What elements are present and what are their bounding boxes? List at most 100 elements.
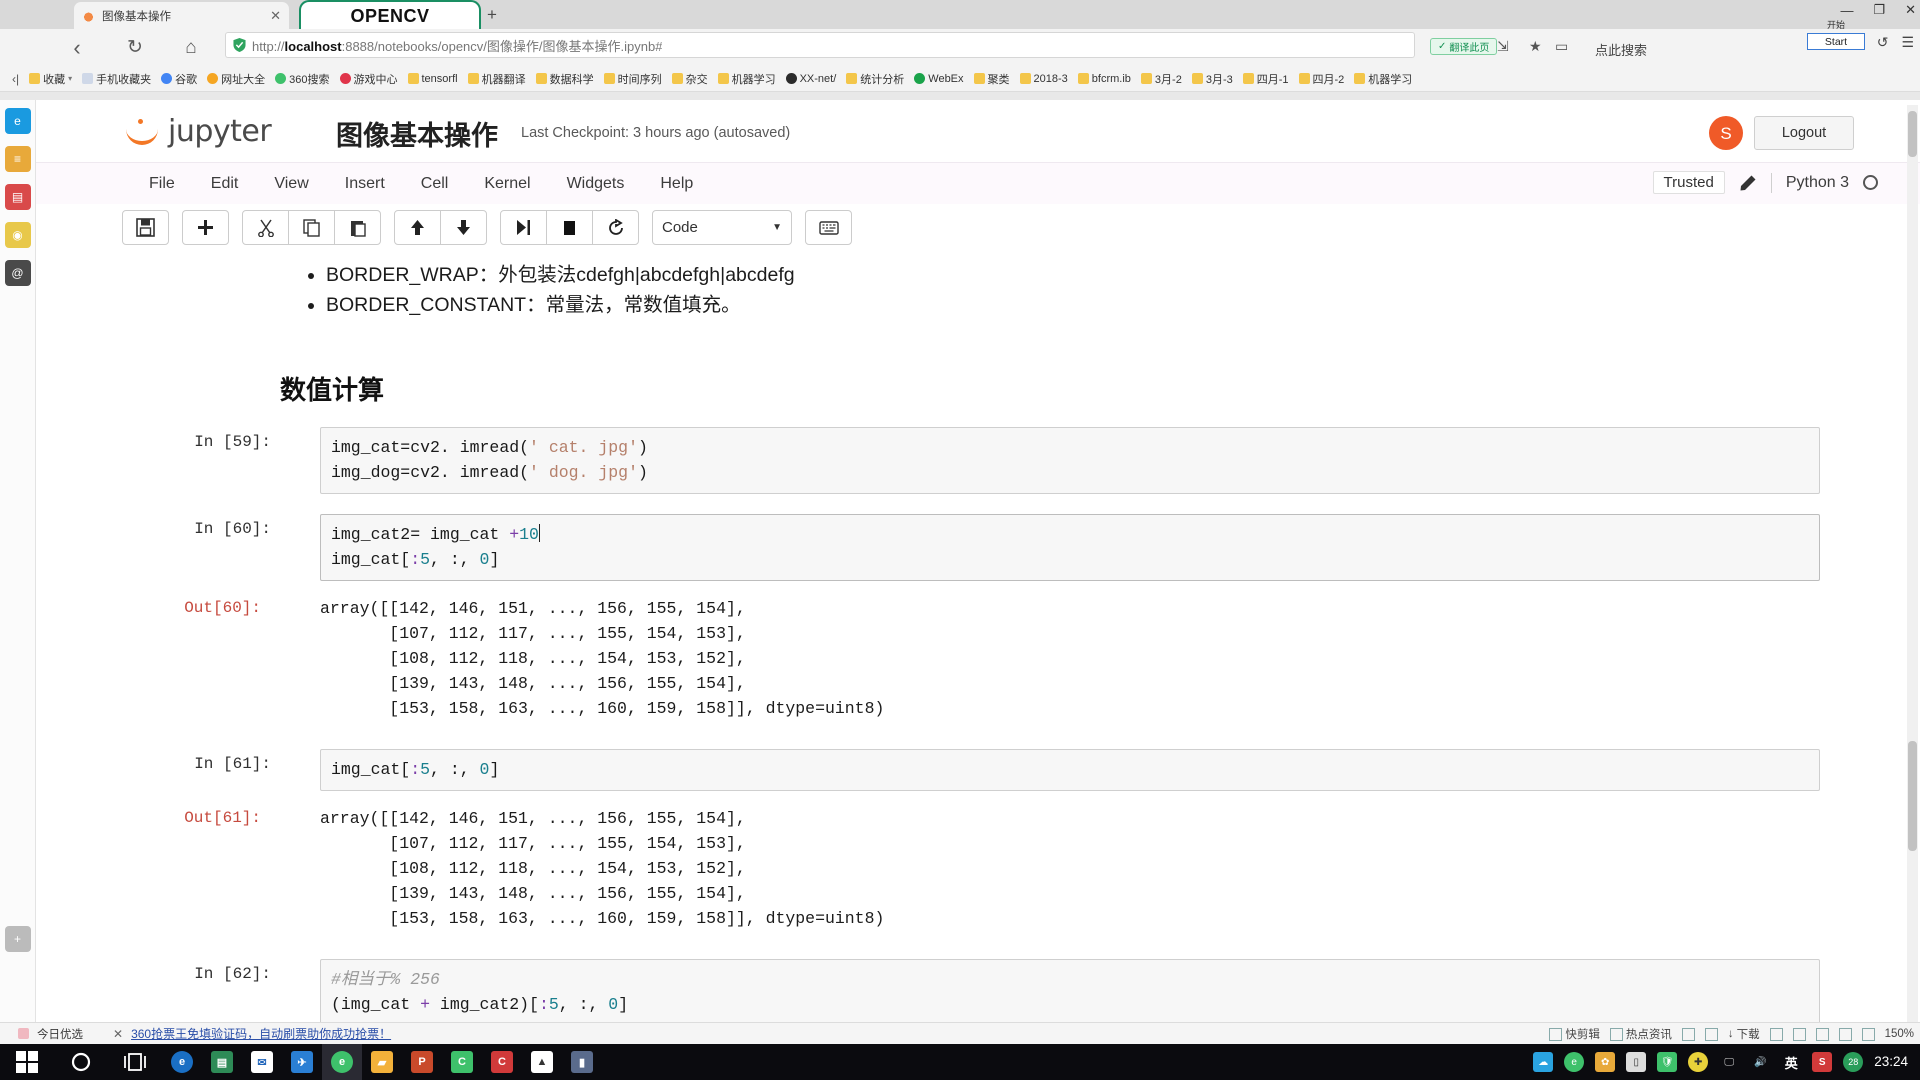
code-input-area[interactable]: #相当于% 256 (img_cat + img_cat2)[:5, :, 0] <box>320 959 1820 1026</box>
onedrive-icon[interactable]: ☁ <box>1533 1052 1554 1072</box>
taskbar-app-file-explorer[interactable]: ▰ <box>362 1044 402 1080</box>
code-input-area[interactable]: img_cat[:5, :, 0] <box>320 749 1820 791</box>
taskbar-app-cdr[interactable]: C <box>482 1044 522 1080</box>
bookmark-item[interactable]: XX-net/ <box>782 71 841 87</box>
note-icon[interactable]: ≡ <box>4 146 31 172</box>
window-close-button[interactable]: ✕ <box>1905 2 1916 18</box>
usb-icon[interactable]: ▯ <box>1626 1052 1647 1072</box>
menu-edit[interactable]: Edit <box>193 172 257 196</box>
move-cell-up-button[interactable] <box>394 210 441 245</box>
status-item-flag[interactable] <box>1769 1027 1783 1041</box>
cortana-icon[interactable] <box>54 1044 108 1080</box>
start-icon[interactable] <box>0 1044 54 1080</box>
notebook-title[interactable]: 图像基本操作 <box>336 114 498 153</box>
paste-cell-button[interactable] <box>334 210 381 245</box>
bookmark-item[interactable]: 机器翻译 <box>464 69 530 89</box>
taskbar-app-powerpoint[interactable]: P <box>402 1044 442 1080</box>
add-icon[interactable]: + <box>4 926 31 952</box>
page-scrollbar[interactable] <box>1907 105 1918 1030</box>
ime-icon[interactable]: 英 <box>1781 1052 1801 1072</box>
insert-cell-below-button[interactable] <box>182 210 229 245</box>
taskbar-app-foxmail[interactable]: ✈ <box>282 1044 322 1080</box>
minimize-button[interactable]: — <box>1840 3 1853 18</box>
status-item-mute[interactable] <box>1792 1027 1806 1041</box>
taskbar-app-mail[interactable]: ✉ <box>242 1044 282 1080</box>
code-input-area[interactable]: img_cat=cv2. imread(' cat. jpg') img_dog… <box>320 427 1820 494</box>
maximize-button[interactable]: ❐ <box>1873 2 1885 18</box>
bookmark-item[interactable]: 机器学习 <box>714 69 780 89</box>
notification-text[interactable]: 360抢票王免填验证码，自动刷票助你成功抢票！ <box>131 1025 391 1042</box>
bookmark-item[interactable]: 数据科学 <box>532 69 598 89</box>
collections-icon[interactable]: ▭ <box>1555 38 1568 55</box>
restart-kernel-button[interactable] <box>592 210 639 245</box>
status-item-news[interactable]: 热点资讯 <box>1609 1026 1672 1042</box>
address-bar[interactable]: http://localhost:8888/notebooks/opencv/图… <box>225 32 1415 58</box>
bookmark-item[interactable]: 2018-3 <box>1016 71 1072 87</box>
move-cell-down-button[interactable] <box>440 210 487 245</box>
code-input-area[interactable]: img_cat2= img_cat +10 img_cat[:5, :, 0] <box>320 514 1820 581</box>
status-item-cursor[interactable] <box>1704 1027 1718 1041</box>
cell-type-select[interactable]: Code ▼ <box>652 210 792 245</box>
bookmark-item[interactable]: 机器学习 <box>1350 69 1416 89</box>
taskbar-app-internet-explorer[interactable]: e <box>162 1044 202 1080</box>
sogou-icon[interactable]: S <box>1812 1052 1833 1072</box>
reload-icon[interactable]: ↻ <box>116 33 154 63</box>
notebook-cell[interactable]: In [59]: img_cat=cv2. imread(' cat. jpg'… <box>36 427 1920 494</box>
status-item-chart[interactable] <box>1838 1027 1852 1041</box>
copy-cell-button[interactable] <box>288 210 335 245</box>
bookmark-item[interactable]: 3月-3 <box>1188 69 1237 89</box>
history-icon[interactable]: ↺ <box>1877 34 1889 51</box>
run-cell-button[interactable] <box>500 210 547 245</box>
save-button[interactable] <box>122 210 169 245</box>
network-icon[interactable]: 🖵 <box>1719 1052 1739 1072</box>
scrollbar-thumb[interactable] <box>1908 741 1917 851</box>
docs-icon[interactable]: ▤ <box>4 184 31 210</box>
task-view-icon[interactable] <box>108 1044 162 1080</box>
status-item-window[interactable] <box>1815 1027 1829 1041</box>
translate-page-chip[interactable]: ✓ 翻译此页 <box>1430 38 1498 55</box>
browser-tab-active[interactable]: 图像基本操作 ✕ <box>74 2 289 29</box>
logout-button[interactable]: Logout <box>1754 116 1854 150</box>
search-hint-label[interactable]: 点此搜索 <box>1595 40 1647 59</box>
pencil-icon[interactable] <box>1739 174 1757 192</box>
security-icon[interactable]: ✚ <box>1688 1052 1709 1072</box>
eye-icon[interactable]: ◉ <box>4 222 31 248</box>
taskbar-clock[interactable]: 23:24 <box>1874 1055 1908 1069</box>
bookmark-item[interactable]: 四月-2 <box>1295 69 1349 89</box>
taskbar-app-wechat[interactable]: C <box>442 1044 482 1080</box>
status-item-image[interactable] <box>1681 1027 1695 1041</box>
taskbar-app-store[interactable]: ▤ <box>202 1044 242 1080</box>
bookmark-item[interactable]: 收藏 ▾ <box>25 69 76 89</box>
bookmark-item[interactable]: 手机收藏夹 <box>78 69 155 89</box>
taskbar-app-editor[interactable]: ▮ <box>562 1044 602 1080</box>
bookmarks-overflow-left-icon[interactable]: ‹| <box>8 72 23 86</box>
notification-brand[interactable]: 今日优选 <box>18 1026 83 1042</box>
bookmark-item[interactable]: 聚类 <box>970 69 1014 89</box>
command-palette-button[interactable] <box>805 210 852 245</box>
back-icon[interactable]: ‹ <box>58 33 96 63</box>
star-icon[interactable]: ★ <box>1529 38 1542 55</box>
close-icon[interactable]: ✕ <box>113 1027 123 1041</box>
bookmark-item[interactable]: tensorfl <box>404 71 462 87</box>
trusted-badge[interactable]: Trusted <box>1652 171 1725 194</box>
menu-help[interactable]: Help <box>642 172 711 196</box>
notebook-scroll-area[interactable]: BORDER_WRAP：外包装法cdefgh|abcdefgh|abcdefg … <box>36 252 1920 1030</box>
taskbar-app-browser-360[interactable]: e <box>322 1044 362 1080</box>
menu-view[interactable]: View <box>256 172 326 196</box>
browser-tab-overlay-opencv[interactable]: OPENCV <box>299 0 481 31</box>
menu-cell[interactable]: Cell <box>403 172 467 196</box>
interrupt-kernel-button[interactable] <box>546 210 593 245</box>
bookmark-item[interactable]: bfcrm.ib <box>1074 71 1135 87</box>
share-icon[interactable]: ⇲ <box>1497 38 1509 55</box>
menu-file[interactable]: File <box>131 172 193 196</box>
kernel-idle-icon[interactable] <box>1863 175 1878 190</box>
badge-icon[interactable]: 28 <box>1843 1052 1864 1072</box>
bookmark-item[interactable]: 谷歌 <box>157 69 201 89</box>
close-icon[interactable]: ✕ <box>270 9 281 22</box>
notebook-cell[interactable]: In [62]: #相当于% 256 (img_cat + img_cat2)[… <box>36 959 1920 1026</box>
notebook-cell[interactable]: In [61]: img_cat[:5, :, 0] Out[61]: arra… <box>36 749 1920 931</box>
pinned-icon[interactable]: ✿ <box>1595 1052 1616 1072</box>
zoom-level-label[interactable]: 150% <box>1885 1028 1914 1040</box>
home-icon[interactable]: ⌂ <box>172 33 210 63</box>
cut-cell-button[interactable] <box>242 210 289 245</box>
